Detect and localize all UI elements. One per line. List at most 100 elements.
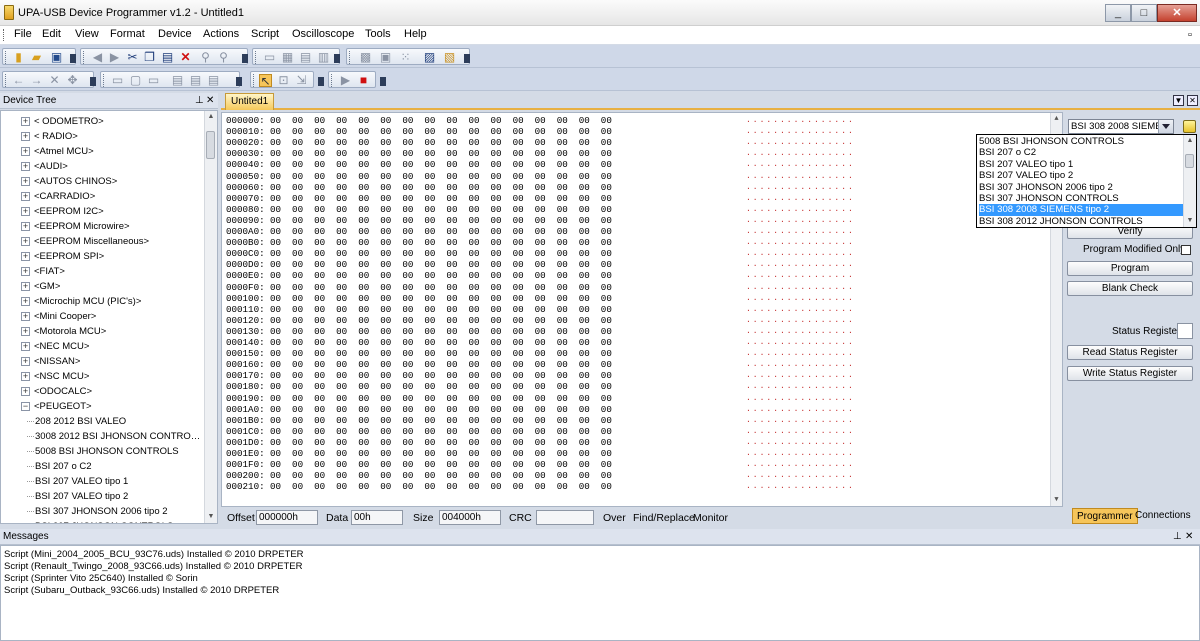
hex-ascii[interactable]: ................ xyxy=(746,305,855,315)
view-icon[interactable]: ▭ xyxy=(111,74,124,87)
hex-bytes[interactable]: 00 00 00 00 00 00 00 00 00 00 00 00 00 0… xyxy=(270,360,612,370)
hex-row[interactable]: 0000A0: 00 00 00 00 00 00 00 00 00 00 00 … xyxy=(226,227,853,237)
hex-bytes[interactable]: 00 00 00 00 00 00 00 00 00 00 00 00 00 0… xyxy=(270,315,612,326)
close-icon[interactable]: ✕ xyxy=(1185,529,1193,544)
checksum-icon[interactable]: ▤ xyxy=(299,51,312,64)
hex-bytes[interactable]: 00 00 00 00 00 00 00 00 00 00 00 00 00 0… xyxy=(270,127,612,137)
hex-ascii[interactable]: ................ xyxy=(746,149,855,159)
hex-ascii[interactable]: ................ xyxy=(746,438,855,448)
move-icon[interactable]: ✥ xyxy=(66,74,79,87)
expand-icon[interactable]: + xyxy=(21,192,30,201)
menu-edit[interactable]: Edit xyxy=(42,28,61,40)
dots-icon[interactable]: ⁙ xyxy=(399,51,412,64)
hex-bytes[interactable]: 00 00 00 00 00 00 00 00 00 00 00 00 00 0… xyxy=(270,449,612,459)
data-field[interactable]: 00h xyxy=(351,510,403,525)
hex-row[interactable]: 0001A0: 00 00 00 00 00 00 00 00 00 00 00 … xyxy=(226,404,853,415)
hex-row[interactable]: 000020: 00 00 00 00 00 00 00 00 00 00 00 … xyxy=(226,138,853,148)
find-replace-link[interactable]: Find/Replace xyxy=(633,512,695,524)
menu-tools[interactable]: Tools xyxy=(365,28,391,40)
toolbar-overflow-icon[interactable] xyxy=(236,77,242,86)
hex-row[interactable]: 000160: 00 00 00 00 00 00 00 00 00 00 00 … xyxy=(226,360,853,370)
scroll-down-icon[interactable]: ▼ xyxy=(205,511,217,523)
hex-ascii[interactable]: ................ xyxy=(746,271,855,281)
cut-icon[interactable]: ✂ xyxy=(126,51,139,64)
hex-row[interactable]: 0000D0: 00 00 00 00 00 00 00 00 00 00 00 … xyxy=(226,260,853,270)
expand-icon[interactable]: + xyxy=(21,252,30,261)
view-icon[interactable]: ▤ xyxy=(207,74,220,87)
expand-icon[interactable]: + xyxy=(21,357,30,366)
hex-bytes[interactable]: 00 00 00 00 00 00 00 00 00 00 00 00 00 0… xyxy=(270,382,612,392)
scroll-thumb[interactable] xyxy=(206,131,215,159)
expand-icon[interactable]: + xyxy=(21,132,30,141)
view-icon[interactable]: ▢ xyxy=(129,74,142,87)
hex-row[interactable]: 0000B0: 00 00 00 00 00 00 00 00 00 00 00 … xyxy=(226,238,853,248)
scroll-up-icon[interactable]: ▲ xyxy=(205,111,217,123)
device-option[interactable]: BSI 308 2008 SIEMENS tipo 2 xyxy=(979,204,1184,216)
delete-icon[interactable]: ✕ xyxy=(179,51,192,64)
hex-ascii[interactable]: ................ xyxy=(746,249,855,259)
dropdown-scrollbar[interactable]: ▲ ▼ xyxy=(1183,135,1196,227)
hex-bytes[interactable]: 00 00 00 00 00 00 00 00 00 00 00 00 00 0… xyxy=(270,282,612,293)
tab-programmer[interactable]: Programmer xyxy=(1072,508,1138,524)
hex-bytes[interactable]: 00 00 00 00 00 00 00 00 00 00 00 00 00 0… xyxy=(270,238,612,248)
menu-oscilloscope[interactable]: Oscilloscope xyxy=(292,28,354,40)
hex-bytes[interactable]: 00 00 00 00 00 00 00 00 00 00 00 00 00 0… xyxy=(270,326,612,337)
pointer-icon[interactable]: ↖ xyxy=(259,74,272,88)
hex-bytes[interactable]: 00 00 00 00 00 00 00 00 00 00 00 00 00 0… xyxy=(270,116,612,126)
mdi-restore-icon[interactable]: ▫ xyxy=(1188,29,1192,41)
device-option[interactable]: BSI 207 VALEO tipo 1 xyxy=(979,159,1184,170)
hex-ascii[interactable]: ................ xyxy=(746,416,855,426)
device-option[interactable]: BSI 308 2012 JHONSON CONTROLS xyxy=(979,216,1184,227)
expand-icon[interactable]: + xyxy=(21,117,30,126)
hex-row[interactable]: 000010: 00 00 00 00 00 00 00 00 00 00 00 … xyxy=(226,127,853,137)
expand-icon[interactable]: + xyxy=(21,222,30,231)
hex-bytes[interactable]: 00 00 00 00 00 00 00 00 00 00 00 00 00 0… xyxy=(270,227,612,237)
menu-actions[interactable]: Actions xyxy=(203,28,239,40)
page-icon[interactable]: ▭ xyxy=(263,51,276,64)
toolbar-overflow-icon[interactable] xyxy=(318,77,324,86)
hex-ascii[interactable]: ................ xyxy=(746,116,855,126)
save-icon[interactable]: ▣ xyxy=(50,51,63,64)
play-icon[interactable]: ▶ xyxy=(339,74,352,87)
hex-ascii[interactable]: ................ xyxy=(746,227,855,237)
arrow-right-icon[interactable]: → xyxy=(30,74,43,87)
expand-icon[interactable]: + xyxy=(21,267,30,276)
tree-scrollbar[interactable]: ▲ ▼ xyxy=(204,111,217,523)
hex-row[interactable]: 000100: 00 00 00 00 00 00 00 00 00 00 00 … xyxy=(226,293,853,304)
hex-ascii[interactable]: ................ xyxy=(746,360,855,370)
hex-row[interactable]: 000140: 00 00 00 00 00 00 00 00 00 00 00 … xyxy=(226,338,853,348)
hex-row[interactable]: 000190: 00 00 00 00 00 00 00 00 00 00 00 … xyxy=(226,393,853,404)
hex-ascii[interactable]: ................ xyxy=(746,238,855,248)
hex-ascii[interactable]: ................ xyxy=(746,327,855,337)
scroll-up-icon[interactable]: ▲ xyxy=(1184,135,1196,147)
hex-row[interactable]: 000080: 00 00 00 00 00 00 00 00 00 00 00 … xyxy=(226,204,853,215)
tab-close-icon[interactable]: ✕ xyxy=(1187,95,1198,106)
hex-ascii[interactable]: ................ xyxy=(746,138,855,148)
menu-device[interactable]: Device xyxy=(158,28,192,40)
hex-row[interactable]: 0001D0: 00 00 00 00 00 00 00 00 00 00 00 … xyxy=(226,437,853,448)
hex-ascii[interactable]: ................ xyxy=(746,172,855,182)
toolbar-overflow-icon[interactable] xyxy=(242,54,248,63)
hex-row[interactable]: 000210: 00 00 00 00 00 00 00 00 00 00 00 … xyxy=(226,482,853,492)
hex-ascii[interactable]: ................ xyxy=(746,260,855,270)
hex-ascii[interactable]: ................ xyxy=(746,382,855,392)
zoom-icon[interactable]: ⊡ xyxy=(277,74,290,87)
hex-ascii[interactable]: ................ xyxy=(746,316,855,326)
hex-row[interactable]: 0001B0: 00 00 00 00 00 00 00 00 00 00 00 … xyxy=(226,415,853,426)
new-file-icon[interactable]: ▮ xyxy=(12,51,25,64)
hex-bytes[interactable]: 00 00 00 00 00 00 00 00 00 00 00 00 00 0… xyxy=(270,338,612,348)
hex-ascii[interactable]: ................ xyxy=(746,471,855,481)
device-option[interactable]: BSI 207 o C2 xyxy=(979,147,1184,158)
program-modified-only-checkbox[interactable] xyxy=(1181,245,1191,255)
hex-bytes[interactable]: 00 00 00 00 00 00 00 00 00 00 00 00 00 0… xyxy=(270,415,612,426)
toolbar-overflow-icon[interactable] xyxy=(464,54,470,63)
device-dropdown-list[interactable]: 5008 BSI JHONSON CONTROLS BSI 207 o C2 BSI… xyxy=(976,134,1197,228)
expand-icon[interactable]: + xyxy=(21,342,30,351)
hex-bytes[interactable]: 00 00 00 00 00 00 00 00 00 00 00 00 00 0… xyxy=(270,293,612,304)
collapse-icon[interactable]: − xyxy=(21,402,30,411)
hex-ascii[interactable]: ................ xyxy=(746,294,855,304)
expand-icon[interactable]: + xyxy=(21,282,30,291)
offset-field[interactable]: 000000h xyxy=(256,510,318,525)
hex-row[interactable]: 0001E0: 00 00 00 00 00 00 00 00 00 00 00 … xyxy=(226,449,853,459)
expand-icon[interactable]: + xyxy=(21,297,30,306)
